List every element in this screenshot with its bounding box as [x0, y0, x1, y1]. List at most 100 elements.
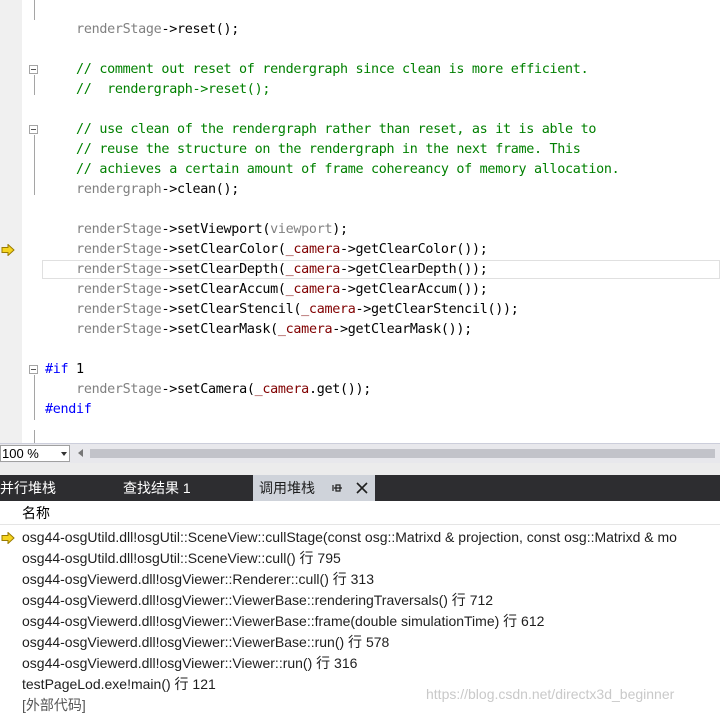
call-stack-row[interactable]: osg44-osgViewerd.dll!osgViewer::ViewerBa…	[0, 632, 720, 653]
tab-parallel-stacks[interactable]: 并行堆栈	[0, 475, 62, 501]
code-token: renderStage	[76, 22, 162, 37]
column-header-name[interactable]: 名称	[0, 501, 720, 525]
code-token: ->setViewport(	[161, 222, 271, 237]
code-line[interactable]: #if 1	[45, 360, 84, 380]
frame-name: osg44-osgViewerd.dll!osgViewer::ViewerBa…	[22, 634, 390, 650]
code-line[interactable]: // comment out reset of rendergraph sinc…	[45, 60, 589, 80]
tab-label: 查找结果 1	[123, 480, 191, 496]
fold-guide	[34, 430, 35, 443]
code-token: ->clean();	[161, 182, 240, 197]
frame-name: osg44-osgUtild.dll!osgUtil::SceneView::c…	[22, 529, 677, 545]
code-token: ->getClearColor());	[340, 242, 488, 257]
code-token: );	[332, 222, 348, 237]
collapse-toggle[interactable]	[29, 125, 38, 134]
code-line[interactable]: renderStage->setViewport(viewport);	[45, 220, 348, 240]
scroll-left-arrow-icon[interactable]	[78, 449, 83, 457]
collapse-toggle[interactable]	[29, 365, 38, 374]
tab-label: 并行堆栈	[0, 480, 56, 496]
code-line[interactable]: #endif	[45, 400, 92, 420]
code-token: ->getClearStencil());	[355, 302, 519, 317]
code-token: // rendergraph->reset();	[45, 82, 271, 97]
code-token: ->setCamera(	[161, 382, 255, 397]
chevron-down-icon[interactable]	[61, 452, 67, 456]
code-token: ->reset();	[161, 22, 240, 37]
code-line[interactable]: renderStage->setCamera(_camera.get());	[45, 380, 371, 400]
frame-name: osg44-osgViewerd.dll!osgViewer::ViewerBa…	[22, 592, 494, 608]
code-editor[interactable]: renderStage->reset(); // comment out res…	[0, 0, 720, 443]
code-token: renderStage	[76, 242, 162, 257]
frame-name: osg44-osgViewerd.dll!osgViewer::Renderer…	[22, 571, 374, 587]
fold-guide	[34, 375, 35, 420]
tool-window-tab-bar: 并行堆栈 查找结果 1 调用堆栈	[0, 463, 720, 501]
scroll-thumb[interactable]	[90, 449, 715, 458]
call-stack-row[interactable]: osg44-osgViewerd.dll!osgViewer::Viewer::…	[0, 653, 720, 674]
tab-find-results[interactable]: 查找结果 1	[117, 475, 197, 501]
zoom-combobox[interactable]: 100 %	[0, 445, 70, 462]
code-line[interactable]: // reuse the structure on the rendergrap…	[45, 140, 581, 160]
code-line[interactable]: // rendergraph->reset();	[45, 80, 270, 100]
code-token: renderStage	[76, 282, 162, 297]
code-token: renderStage	[76, 262, 162, 277]
code-line[interactable]: renderStage->setClearColor(_camera->getC…	[45, 240, 488, 260]
code-token: ->setClearAccum(	[161, 282, 286, 297]
fold-guide	[34, 0, 35, 20]
fold-guide	[34, 135, 35, 195]
call-stack-row[interactable]: osg44-osgViewerd.dll!osgViewer::ViewerBa…	[0, 590, 720, 611]
call-stack-row[interactable]: osg44-osgUtild.dll!osgUtil::SceneView::c…	[0, 548, 720, 569]
call-stack-row[interactable]: osg44-osgUtild.dll!osgUtil::SceneView::c…	[0, 527, 720, 548]
code-token: _camera	[285, 282, 341, 297]
frame-name: osg44-osgUtild.dll!osgUtil::SceneView::c…	[22, 550, 341, 566]
code-line[interactable]: rendergraph->clean();	[45, 180, 239, 200]
code-token: ->getClearAccum());	[340, 282, 488, 297]
zoom-value: 100 %	[2, 446, 39, 461]
code-token: ->setClearColor(	[161, 242, 286, 257]
code-line[interactable]: renderStage->setClearMask(_camera->getCl…	[45, 320, 472, 340]
code-line[interactable]: renderStage->reset();	[45, 20, 239, 40]
editor-horizontal-scrollbar[interactable]: 100 %	[0, 443, 720, 463]
code-token: renderStage	[76, 222, 162, 237]
code-token: _camera	[285, 262, 341, 277]
close-icon[interactable]	[355, 481, 369, 495]
code-token: _camera	[277, 322, 333, 337]
frame-name: [外部代码]	[22, 697, 86, 713]
code-line[interactable]: renderStage->setClearDepth(_camera->getC…	[45, 260, 488, 280]
call-stack-row[interactable]: osg44-osgViewerd.dll!osgViewer::ViewerBa…	[0, 611, 720, 632]
code-token: ->setClearDepth(	[161, 262, 286, 277]
collapse-toggle[interactable]	[29, 65, 38, 74]
frame-name: osg44-osgViewerd.dll!osgViewer::Viewer::…	[22, 655, 358, 671]
watermark: https://blog.csdn.net/directx3d_beginner	[426, 686, 675, 702]
fold-guide	[34, 75, 35, 95]
code-token: // comment out reset of rendergraph sinc…	[45, 62, 589, 77]
code-token: _camera	[254, 382, 310, 397]
code-token: ->setClearMask(	[161, 322, 278, 337]
code-token: .get());	[308, 382, 372, 397]
indicator-margin	[0, 0, 22, 443]
code-line[interactable]: // use clean of the rendergraph rather t…	[45, 120, 596, 140]
code-token: ->getClearDepth());	[340, 262, 488, 277]
current-frame-arrow-icon	[1, 532, 15, 544]
code-line[interactable]: renderStage->setClearAccum(_camera->getC…	[45, 280, 488, 300]
code-token: renderStage	[76, 382, 162, 397]
code-token: ->setClearStencil(	[161, 302, 302, 317]
tab-label: 调用堆栈	[259, 480, 315, 496]
frame-name: testPageLod.exe!main() 行 121	[22, 676, 216, 692]
code-token: #if	[45, 362, 69, 377]
call-stack-row[interactable]: osg44-osgViewerd.dll!osgViewer::Renderer…	[0, 569, 720, 590]
pin-icon[interactable]	[332, 482, 344, 494]
code-token: viewport	[270, 222, 333, 237]
code-line[interactable]: // achieves a certain amount of frame co…	[45, 160, 620, 180]
code-token: ->getClearMask());	[332, 322, 472, 337]
code-line[interactable]: renderStage->setClearStencil(_camera->ge…	[45, 300, 519, 320]
code-token: _camera	[301, 302, 356, 317]
code-token: _camera	[285, 242, 341, 257]
code-token: // reuse the structure on the rendergrap…	[45, 142, 581, 157]
